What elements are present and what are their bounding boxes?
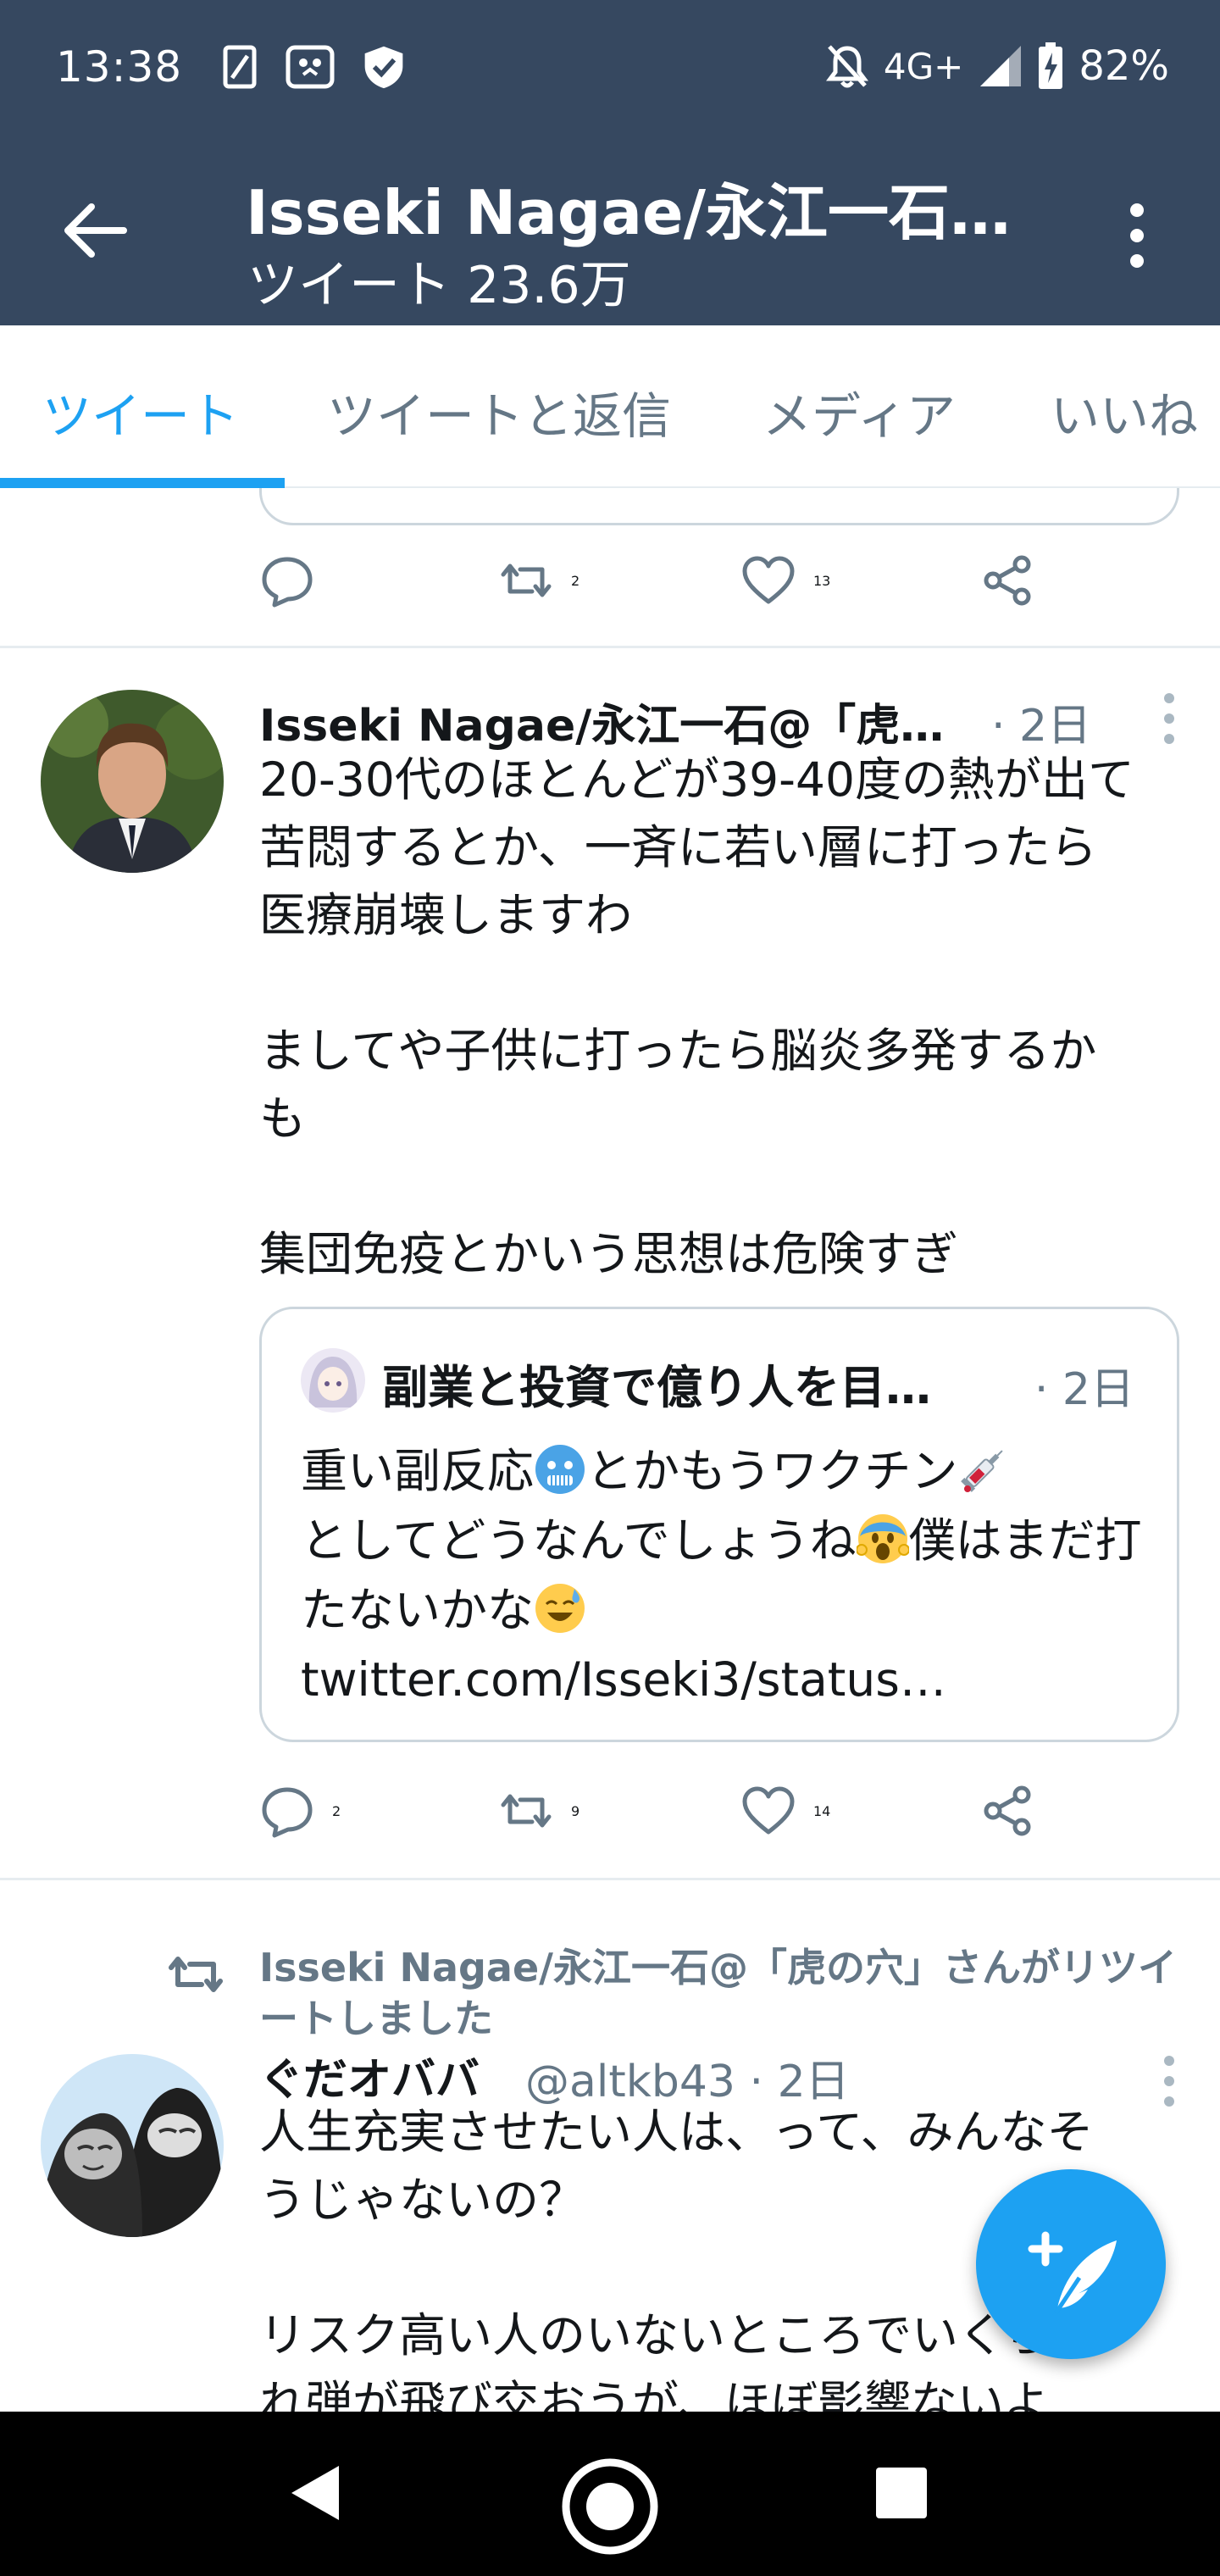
quoted-text-1: 重い副反応 (301, 1444, 535, 1498)
heart-icon (742, 556, 795, 604)
quoted-avatar (301, 1348, 365, 1413)
tweet-author-name[interactable]: Isseki Nagae/永江一石@「虎… (259, 690, 988, 753)
reply-button[interactable] (259, 552, 332, 608)
retweet-icon (501, 564, 552, 597)
profile-name: Isseki Nagae/永江一石… (246, 177, 1012, 248)
retweet-button[interactable]: 2 (498, 552, 580, 608)
shield-check-icon (364, 46, 403, 89)
quoted-link[interactable]: twitter.com/Isseki3/status… (301, 1652, 946, 1707)
quoted-date: · 2日 (1034, 1364, 1134, 1415)
back-arrow-icon[interactable] (59, 195, 130, 266)
like-count: 14 (813, 1802, 831, 1819)
reply-icon (262, 1787, 313, 1838)
quoted-tweet[interactable]: 副業と投資で億り人を目… · 2日 重い副反応 とかもうワクチンとしてどうなんでし… (259, 1307, 1179, 1742)
tweet-menu-icon[interactable] (1161, 691, 1178, 746)
share-button[interactable] (979, 552, 1035, 608)
tweet-timeline[interactable]: 2 13 Isseki Nagae/永江一石@「虎… · 2日 20-30代のほ… (0, 488, 1220, 2412)
share-icon (984, 1785, 1031, 1836)
tab-tweets-and-replies[interactable]: ツイートと返信 (327, 376, 671, 447)
reply-icon (262, 557, 313, 608)
retweet-count: 2 (571, 572, 580, 589)
tab-likes[interactable]: いいね (1051, 376, 1198, 447)
retweet-notice[interactable]: Isseki Nagae/永江一石@「虎の穴」さんがリツイートしました (259, 1942, 1200, 2044)
profile-tabs: ツイート ツイートと返信 メディア いいね (0, 325, 1220, 488)
battery-level: 82% (1079, 42, 1169, 90)
avatar[interactable] (41, 690, 224, 873)
network-type: 4G+ (883, 45, 964, 87)
tweet-count: ツイート 23.6万 (247, 256, 631, 315)
avatar[interactable] (41, 2054, 224, 2237)
like-button[interactable]: 13 (740, 552, 830, 608)
screaming-face-emoji-icon (856, 1514, 909, 1563)
status-bar: 13:38 4G+ 82% (0, 0, 1220, 136)
signal-icon (980, 46, 1022, 86)
retweet-button[interactable]: 9 (498, 1783, 580, 1839)
quoted-text-2: とかもうワクチン (586, 1444, 958, 1498)
share-button[interactable] (979, 1783, 1035, 1839)
compose-tweet-button[interactable] (976, 2169, 1166, 2359)
previous-quote-card[interactable] (259, 488, 1179, 525)
nav-back-icon[interactable] (288, 2462, 342, 2523)
active-tab-indicator (0, 478, 285, 488)
tweet-divider (0, 1878, 1220, 1880)
sim-card-icon (223, 45, 257, 89)
heart-icon (742, 1786, 795, 1835)
compose-feather-icon (1028, 2231, 1117, 2315)
like-button[interactable]: 14 (740, 1783, 830, 1839)
nav-recents-icon[interactable] (874, 2466, 929, 2520)
tab-media[interactable]: メディア (762, 376, 956, 447)
status-time: 13:38 (56, 42, 183, 92)
battery-charging-icon (1039, 42, 1063, 89)
status-right: 4G+ 82% (825, 42, 1169, 90)
avatar-illustration (41, 2054, 224, 2237)
system-navigation-bar (0, 2412, 1220, 2576)
profile-header: Isseki Nagae/永江一石… ツイート 23.6万 (0, 136, 1220, 325)
like-count: 13 (813, 572, 831, 589)
tab-tweets[interactable]: ツイート (42, 376, 239, 447)
syringe-emoji-icon (961, 1450, 1004, 1492)
sweat-smile-emoji-icon (535, 1584, 585, 1633)
quoted-text: 重い副反応 とかもうワクチン としてどうなんでしょうね 僕はまだ打たないかな twit… (301, 1436, 1156, 1714)
share-icon (984, 555, 1031, 606)
reply-button[interactable]: 2 (259, 1783, 341, 1839)
more-vertical-icon[interactable] (1125, 202, 1149, 269)
quoted-author-name: 副業と投資で億り人を目… (382, 1361, 931, 1414)
tweet-divider (0, 646, 1220, 648)
nav-home-icon[interactable] (559, 2456, 661, 2557)
retweet-icon (501, 1794, 552, 1828)
quoted-avatar-illustration (301, 1348, 365, 1413)
reply-count: 2 (332, 1802, 341, 1819)
avatar-photo (41, 690, 224, 873)
notification-app-icon (286, 45, 335, 89)
bell-off-icon (825, 45, 868, 88)
retweet-notice-icon (169, 1957, 223, 1992)
cold-face-emoji-icon (535, 1445, 585, 1494)
retweet-count: 9 (571, 1802, 580, 1819)
tweet-date[interactable]: · 2日 (991, 690, 1091, 753)
tweet-text: 20-30代のほとんどが39-40度の熱が出て 苦悶するとか、一斉に若い層に打っ… (259, 752, 1134, 1281)
quoted-text-3: としてどうなんでしょうね (301, 1513, 857, 1568)
